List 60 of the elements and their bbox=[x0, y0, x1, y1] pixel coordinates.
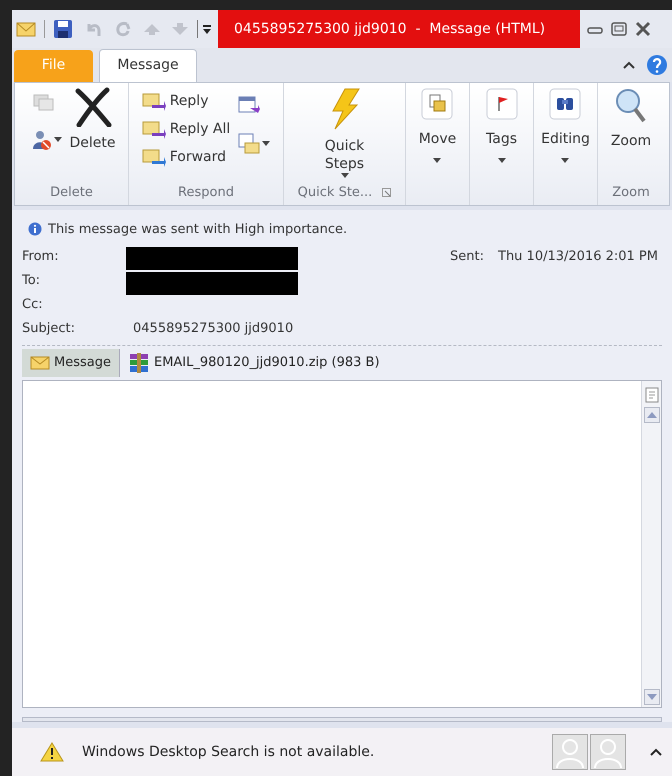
field-label: From: bbox=[22, 248, 60, 266]
quick-steps-button[interactable]: Quick Steps bbox=[314, 82, 374, 178]
info-icon bbox=[28, 222, 42, 236]
envelope-icon bbox=[16, 20, 36, 38]
document-icon[interactable] bbox=[644, 387, 658, 404]
field-label: To: bbox=[22, 272, 42, 290]
dropdown-caret-icon bbox=[340, 172, 348, 178]
field-label: Subject: bbox=[22, 320, 76, 338]
save-icon[interactable] bbox=[53, 19, 73, 39]
group-label: Respond bbox=[178, 184, 234, 202]
sent-label: Sent: bbox=[450, 248, 484, 266]
status-message: Windows Desktop Search is not available. bbox=[82, 742, 374, 762]
envelope-icon bbox=[30, 355, 50, 372]
scroll-down-icon[interactable] bbox=[644, 689, 660, 706]
field-label: Cc: bbox=[22, 296, 44, 314]
zoom-button[interactable]: Zoom bbox=[610, 82, 652, 152]
tags-button[interactable]: Tags bbox=[484, 82, 518, 163]
attachment-file[interactable]: EMAIL_980120_jjd9010.zip (983 B) bbox=[120, 349, 388, 378]
magnifier-icon bbox=[614, 86, 648, 123]
delete-button[interactable]: Delete bbox=[70, 82, 116, 154]
archive-books-icon bbox=[128, 352, 150, 374]
group-label: Delete bbox=[50, 184, 93, 202]
expand-caret-icon[interactable] bbox=[650, 748, 662, 756]
help-icon[interactable] bbox=[646, 54, 668, 76]
move-button[interactable]: Move bbox=[418, 82, 456, 163]
x-mark-icon bbox=[72, 86, 112, 127]
calendar-envelope-icon bbox=[238, 132, 260, 155]
respond-button[interactable]: Reply All bbox=[142, 118, 230, 141]
dropdown-caret-icon bbox=[262, 141, 270, 146]
group-label: Zoom bbox=[612, 184, 650, 202]
dropdown-caret-icon bbox=[54, 137, 62, 142]
person-silhouette-icon[interactable] bbox=[590, 734, 626, 770]
calendar-icon[interactable] bbox=[238, 94, 260, 115]
forward-envelope-icon bbox=[142, 146, 166, 169]
subject-value: 0455895275300 jjd9010 bbox=[133, 320, 294, 338]
ribbon-tab[interactable]: Message bbox=[99, 48, 197, 82]
person-silhouette-icon[interactable] bbox=[552, 734, 588, 770]
collapse-ribbon-icon[interactable] bbox=[622, 60, 636, 70]
sent-value: Thu 10/13/2016 2:01 PM bbox=[498, 248, 658, 266]
dropdown-caret-icon bbox=[433, 158, 442, 163]
scroll-up-icon[interactable] bbox=[644, 407, 660, 424]
reply-envelope-icon bbox=[142, 118, 166, 141]
window-title: 0455895275300 jjd9010 - Message (HTML) bbox=[218, 10, 580, 48]
respond-button[interactable]: Forward bbox=[142, 146, 230, 169]
person-block-icon bbox=[32, 128, 52, 151]
editing-button[interactable]: Editing bbox=[541, 82, 590, 163]
restore-icon[interactable] bbox=[610, 21, 628, 37]
dialog-launcher-icon[interactable] bbox=[382, 188, 392, 198]
dropdown-caret-icon bbox=[561, 158, 570, 163]
dropdown-caret-icon bbox=[498, 158, 506, 163]
customize-menu-icon[interactable] bbox=[202, 23, 212, 35]
close-icon[interactable] bbox=[634, 21, 652, 37]
importance-notice: This message was sent with High importance. bbox=[48, 220, 348, 239]
junk-button[interactable] bbox=[32, 128, 62, 151]
reply-envelope-icon bbox=[142, 90, 166, 113]
more-respond-button[interactable] bbox=[238, 132, 270, 155]
warning-icon bbox=[40, 742, 64, 762]
respond-button[interactable]: Reply bbox=[142, 90, 230, 113]
message-attachment-tab[interactable]: Message bbox=[22, 349, 120, 378]
group-label: Quick Ste... bbox=[298, 184, 372, 202]
